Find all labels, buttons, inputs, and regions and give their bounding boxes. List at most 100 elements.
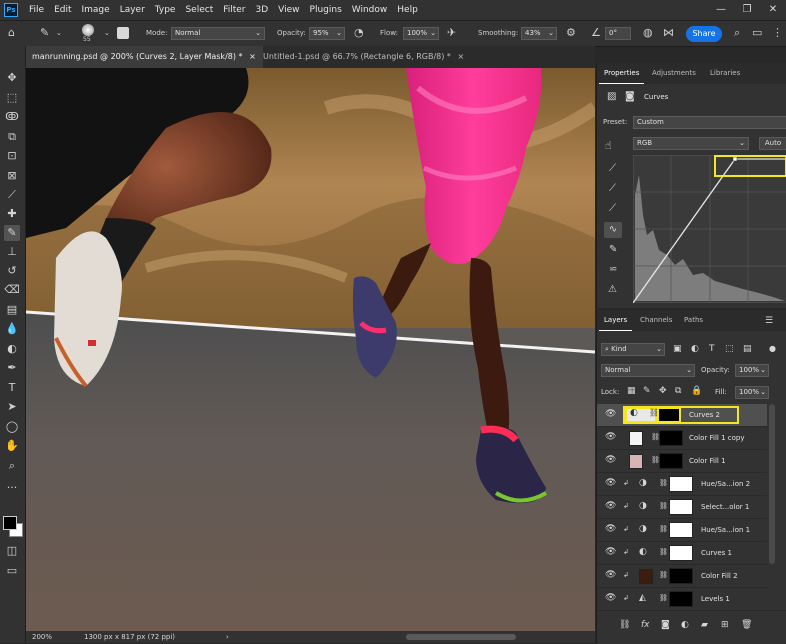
preset-select[interactable]: Custom (633, 116, 786, 129)
history-brush-tool-icon[interactable]: ↺ (4, 263, 20, 279)
new-group-icon[interactable]: ▰ (701, 620, 708, 630)
filter-adjustment-icon[interactable]: ◐ (691, 344, 699, 354)
lock-position-icon[interactable]: ✥ (659, 386, 667, 396)
filter-toggle-icon[interactable]: ● (769, 344, 776, 353)
menu-view[interactable]: View (273, 5, 304, 15)
screen-mode-icon[interactable]: ▭ (4, 563, 20, 579)
status-menu-icon[interactable]: › (226, 631, 229, 643)
eye-icon[interactable]: 👁 (605, 409, 616, 419)
filter-shape-icon[interactable]: ⬚ (725, 344, 734, 354)
brush-settings-icon[interactable] (117, 27, 129, 39)
clone-stamp-tool-icon[interactable]: ⊥ (4, 244, 20, 260)
opacity-field[interactable]: 95% ⌄ (309, 27, 345, 40)
path-selection-tool-icon[interactable]: ➤ (4, 399, 20, 415)
airbrush-icon[interactable]: ✈ (447, 26, 456, 39)
add-mask-icon[interactable]: ◙ (661, 620, 670, 630)
menu-type[interactable]: Type (150, 5, 181, 15)
hand-tool-icon[interactable]: ✋ (4, 438, 20, 454)
lasso-tool-icon[interactable]: ↂ (4, 109, 20, 125)
menu-window[interactable]: Window (347, 5, 393, 15)
targeted-adjustment-icon[interactable]: ☝ (605, 139, 612, 152)
zoom-level[interactable]: 200% (32, 631, 52, 643)
pressure-size-icon[interactable]: ◍ (643, 26, 653, 39)
pen-tool-icon[interactable]: ✒ (4, 360, 20, 376)
document-canvas[interactable] (26, 68, 595, 631)
layer-mask-thumbnail[interactable] (669, 568, 693, 584)
brush-tool-icon[interactable]: ✎ (4, 225, 20, 241)
healing-brush-tool-icon[interactable]: ✚ (4, 206, 20, 222)
eyedropper-tool-icon[interactable]: ⟋ (4, 187, 20, 203)
angle-field[interactable]: 0° (605, 27, 631, 40)
eye-icon[interactable]: 👁 (605, 501, 616, 511)
edit-toolbar-icon[interactable]: ··· (4, 480, 20, 496)
layer-row-hue-saturation-1[interactable]: 👁 ↲ ◑ ⛓ Hue/Sa...ion 1 (597, 519, 767, 542)
layer-row-color-fill-2[interactable]: 👁 ↲ ⛓ Color Fill 2 (597, 565, 767, 588)
layer-row-color-fill-1-copy[interactable]: 👁 ⛓ Color Fill 1 copy (597, 427, 767, 450)
home-icon[interactable]: ⌂ (8, 26, 15, 39)
blur-tool-icon[interactable]: 💧 (4, 321, 20, 337)
layer-mask-thumbnail[interactable] (669, 591, 693, 607)
tab-channels[interactable]: Channels (635, 310, 677, 330)
eye-icon[interactable]: 👁 (605, 547, 616, 557)
tab-adjustments[interactable]: Adjustments (647, 63, 701, 83)
menu-filter[interactable]: Filter (218, 5, 250, 15)
menu-select[interactable]: Select (180, 5, 218, 15)
auto-button[interactable]: Auto (759, 137, 786, 150)
restore-button[interactable]: ❐ (734, 0, 760, 20)
lock-all-icon[interactable]: 🔒 (691, 386, 702, 396)
layer-mask-thumbnail[interactable] (669, 522, 693, 538)
delete-layer-icon[interactable]: 🗑 (741, 620, 752, 630)
more-options-icon[interactable]: ⋮ (772, 26, 783, 39)
frame-tool-icon[interactable]: ⊠ (4, 168, 20, 184)
flow-field[interactable]: 100% ⌄ (403, 27, 439, 40)
eye-icon[interactable]: 👁 (605, 455, 616, 465)
menu-layer[interactable]: Layer (115, 5, 150, 15)
lock-image-icon[interactable]: ✎ (643, 386, 651, 396)
layer-mask-thumbnail[interactable] (659, 453, 683, 469)
tab-paths[interactable]: Paths (679, 310, 708, 330)
layer-row-selective-color-1[interactable]: 👁 ↲ ◑ ⛓ Select...olor 1 (597, 496, 767, 519)
tab-untitled-1[interactable]: Untitled-1.psd @ 66.7% (Rectangle 6, RGB… (257, 46, 489, 68)
curve-point[interactable] (732, 156, 738, 162)
menu-file[interactable]: File (24, 5, 49, 15)
eye-icon[interactable]: 👁 (605, 478, 616, 488)
symmetry-icon[interactable]: ⋈ (663, 26, 674, 39)
layer-row-curves-2[interactable]: 👁 ◐ ⛓ Curves 2 (597, 404, 767, 427)
foreground-color-swatch[interactable] (3, 516, 17, 530)
layer-opacity-field[interactable]: 100% ⌄ (735, 364, 769, 377)
eraser-tool-icon[interactable]: ⌫ (4, 282, 20, 298)
horizontal-scrollbar[interactable] (406, 634, 516, 640)
eye-icon[interactable]: 👁 (605, 524, 616, 534)
lock-transparency-icon[interactable]: ▦ (627, 386, 636, 396)
layer-row-levels-1[interactable]: 👁 ↲ ◭ ⛓ Levels 1 (597, 588, 767, 611)
filter-type-icon[interactable]: T (709, 344, 715, 354)
minimize-button[interactable]: — (708, 0, 734, 20)
menu-help[interactable]: Help (392, 5, 423, 15)
layer-filter-select[interactable]: ⌕ Kind ⌄ (601, 343, 665, 356)
fill-field[interactable]: 100% ⌄ (735, 386, 769, 399)
new-layer-icon[interactable]: ⊞ (721, 620, 729, 630)
ellipse-tool-icon[interactable]: ◯ (4, 419, 20, 435)
smoothing-field[interactable]: 43% ⌄ (521, 27, 557, 40)
eye-icon[interactable]: 👁 (605, 593, 616, 603)
link-layers-icon[interactable]: ⛓ (619, 620, 630, 630)
brush-picker-chevron-icon[interactable]: ⌄ (104, 27, 110, 40)
layer-mask-thumbnail[interactable] (669, 499, 693, 515)
close-icon[interactable]: × (249, 52, 256, 61)
white-point-eyedropper-icon[interactable]: ⟋ (609, 203, 616, 214)
layer-mask-thumbnail[interactable] (669, 545, 693, 561)
mask-icon[interactable]: ◙ (625, 91, 635, 102)
workspace-icon[interactable]: ▭ (752, 26, 762, 39)
marquee-tool-icon[interactable]: ⬚ (4, 90, 20, 106)
pencil-draw-icon[interactable]: ✎ (609, 244, 617, 255)
panel-menu-icon[interactable]: ☰ (765, 316, 773, 326)
menu-plugins[interactable]: Plugins (305, 5, 347, 15)
tab-properties[interactable]: Properties (599, 63, 645, 84)
tool-preset-chevron-icon[interactable]: ⌄ (56, 27, 62, 40)
layer-mask-thumbnail[interactable] (659, 430, 683, 446)
layer-row-hue-saturation-2[interactable]: 👁 ↲ ◑ ⛓ Hue/Sa...ion 2 (597, 473, 767, 496)
filter-smart-object-icon[interactable]: ▤ (743, 344, 752, 354)
dodge-tool-icon[interactable]: ◐ (4, 341, 20, 357)
mode-select[interactable]: Normal ⌄ (171, 27, 265, 40)
blend-mode-select[interactable]: Normal ⌄ (601, 364, 695, 377)
